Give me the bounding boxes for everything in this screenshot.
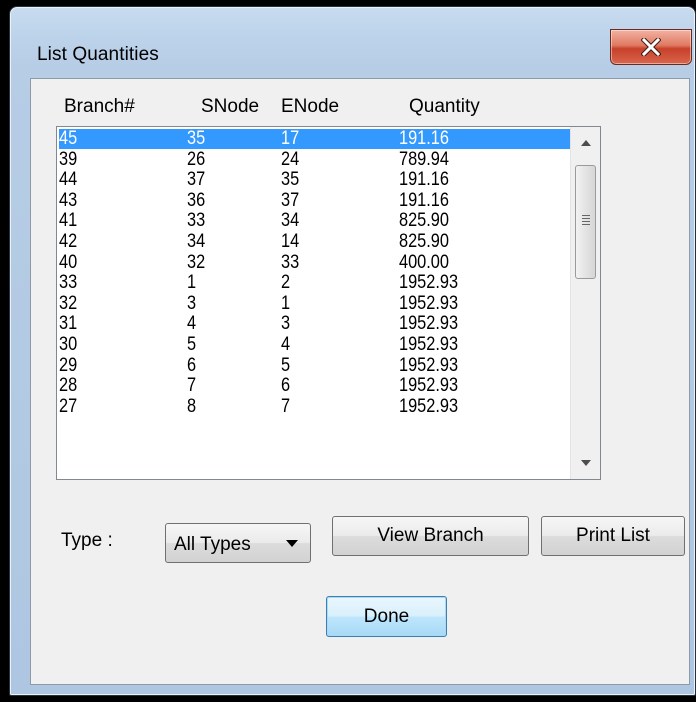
snode-cell: 33 xyxy=(187,210,206,232)
quantity-cell: 1952.93 xyxy=(399,292,459,314)
quantity-cell: 1952.93 xyxy=(399,395,459,417)
snode-cell: 5 xyxy=(187,334,197,355)
list-row[interactable]: 43 36 37 191.16 xyxy=(59,189,570,211)
branch-cell: 43 xyxy=(59,189,78,211)
grip-line xyxy=(582,224,590,225)
branch-cell: 27 xyxy=(59,395,78,417)
branch-cell: 31 xyxy=(59,313,78,335)
branch-cell: 29 xyxy=(59,354,78,376)
snode-cell: 4 xyxy=(187,313,197,335)
quantity-cell: 400.00 xyxy=(399,251,449,273)
column-header-branch: Branch# xyxy=(64,96,135,117)
enode-cell: 1 xyxy=(281,292,291,314)
quantities-listbox[interactable]: 45 35 17 191.16 39 26 24 789.94 44 37 35 191.16 43 36… xyxy=(56,126,601,480)
list-row[interactable]: 28 7 6 1952.93 xyxy=(59,376,570,396)
snode-cell: 3 xyxy=(187,292,197,314)
vertical-scrollbar[interactable] xyxy=(570,127,600,479)
quantity-cell: 825.90 xyxy=(399,210,449,232)
enode-cell: 3 xyxy=(281,313,291,335)
list-row[interactable]: 27 8 7 1952.93 xyxy=(59,395,570,417)
column-header-snode: SNode xyxy=(201,96,260,117)
list-row[interactable]: 39 26 24 789.94 xyxy=(59,148,570,170)
scroll-up-arrow-icon xyxy=(581,140,591,146)
branch-cell: 45 xyxy=(59,128,78,149)
quantity-cell: 825.90 xyxy=(399,231,449,252)
list-row[interactable]: 45 35 17 191.16 xyxy=(59,129,570,149)
quantity-cell: 191.16 xyxy=(399,189,449,211)
list-row[interactable]: 30 5 4 1952.93 xyxy=(59,335,570,355)
enode-cell: 2 xyxy=(281,272,291,294)
enode-cell: 5 xyxy=(281,354,291,376)
quantity-cell: 1952.93 xyxy=(399,313,459,335)
close-icon xyxy=(641,38,661,56)
list-row[interactable]: 41 33 34 825.90 xyxy=(59,211,570,231)
scrollbar-thumb[interactable] xyxy=(575,165,596,279)
print-list-button[interactable]: Print List xyxy=(541,516,685,556)
branch-cell: 41 xyxy=(59,210,78,232)
branch-cell: 40 xyxy=(59,251,78,273)
snode-cell: 7 xyxy=(187,375,197,397)
scroll-down-arrow-icon xyxy=(581,460,591,466)
list-row[interactable]: 31 4 3 1952.93 xyxy=(59,314,570,334)
quantity-cell: 789.94 xyxy=(399,148,449,170)
enode-cell: 33 xyxy=(281,251,300,273)
snode-cell: 36 xyxy=(187,189,206,211)
quantity-cell: 1952.93 xyxy=(399,272,459,294)
quantity-cell: 191.16 xyxy=(399,169,449,191)
snode-cell: 35 xyxy=(187,128,206,149)
enode-cell: 34 xyxy=(281,210,300,232)
type-dropdown-value: All Types xyxy=(174,534,251,555)
enode-cell: 14 xyxy=(281,231,300,252)
dialog-client-area: Branch# SNode ENode Quantity 45 35 17 191.1… xyxy=(30,78,690,685)
quantity-cell: 1952.93 xyxy=(399,354,459,376)
branch-cell: 32 xyxy=(59,292,78,314)
snode-cell: 1 xyxy=(187,272,197,294)
list-row[interactable]: 44 37 35 191.16 xyxy=(59,170,570,190)
grip-line xyxy=(582,221,590,222)
enode-cell: 35 xyxy=(281,169,300,191)
grip-line xyxy=(582,218,590,219)
enode-cell: 24 xyxy=(281,148,300,170)
type-label: Type : xyxy=(61,530,113,551)
list-row[interactable]: 42 34 14 825.90 xyxy=(59,232,570,252)
snode-cell: 8 xyxy=(187,395,197,417)
list-row[interactable]: 33 1 2 1952.93 xyxy=(59,273,570,293)
scroll-up-button[interactable] xyxy=(571,129,600,157)
branch-cell: 33 xyxy=(59,272,78,294)
enode-cell: 6 xyxy=(281,375,291,397)
list-row[interactable]: 29 6 5 1952.93 xyxy=(59,354,570,376)
close-button[interactable] xyxy=(610,29,692,65)
quantity-cell: 1952.93 xyxy=(399,375,459,397)
branch-cell: 28 xyxy=(59,375,78,397)
enode-cell: 37 xyxy=(281,189,300,211)
list-row[interactable]: 32 3 1 1952.93 xyxy=(59,292,570,314)
dropdown-arrow-icon xyxy=(286,540,298,547)
column-header-enode: ENode xyxy=(281,96,340,117)
snode-cell: 34 xyxy=(187,231,206,252)
scroll-down-button[interactable] xyxy=(571,449,600,477)
list-row[interactable]: 40 32 33 400.00 xyxy=(59,251,570,273)
dialog-title: List Quantities xyxy=(37,44,159,65)
type-dropdown[interactable]: All Types xyxy=(165,523,311,563)
snode-cell: 37 xyxy=(187,169,206,191)
snode-cell: 32 xyxy=(187,251,206,273)
done-button[interactable]: Done xyxy=(326,596,447,637)
grip-line xyxy=(582,215,590,216)
view-branch-button[interactable]: View Branch xyxy=(332,516,529,556)
branch-cell: 30 xyxy=(59,334,78,355)
branch-cell: 44 xyxy=(59,169,78,191)
column-header-quantity: Quantity xyxy=(409,96,480,117)
enode-cell: 4 xyxy=(281,334,291,355)
quantity-cell: 1952.93 xyxy=(399,334,459,355)
quantity-cell: 191.16 xyxy=(399,128,449,149)
snode-cell: 6 xyxy=(187,354,197,376)
branch-cell: 39 xyxy=(59,148,78,170)
enode-cell: 7 xyxy=(281,395,291,417)
list-quantities-dialog: List Quantities Branch# SNode ENode Quan… xyxy=(9,6,696,696)
branch-cell: 42 xyxy=(59,231,78,252)
enode-cell: 17 xyxy=(281,128,300,149)
snode-cell: 26 xyxy=(187,148,206,170)
